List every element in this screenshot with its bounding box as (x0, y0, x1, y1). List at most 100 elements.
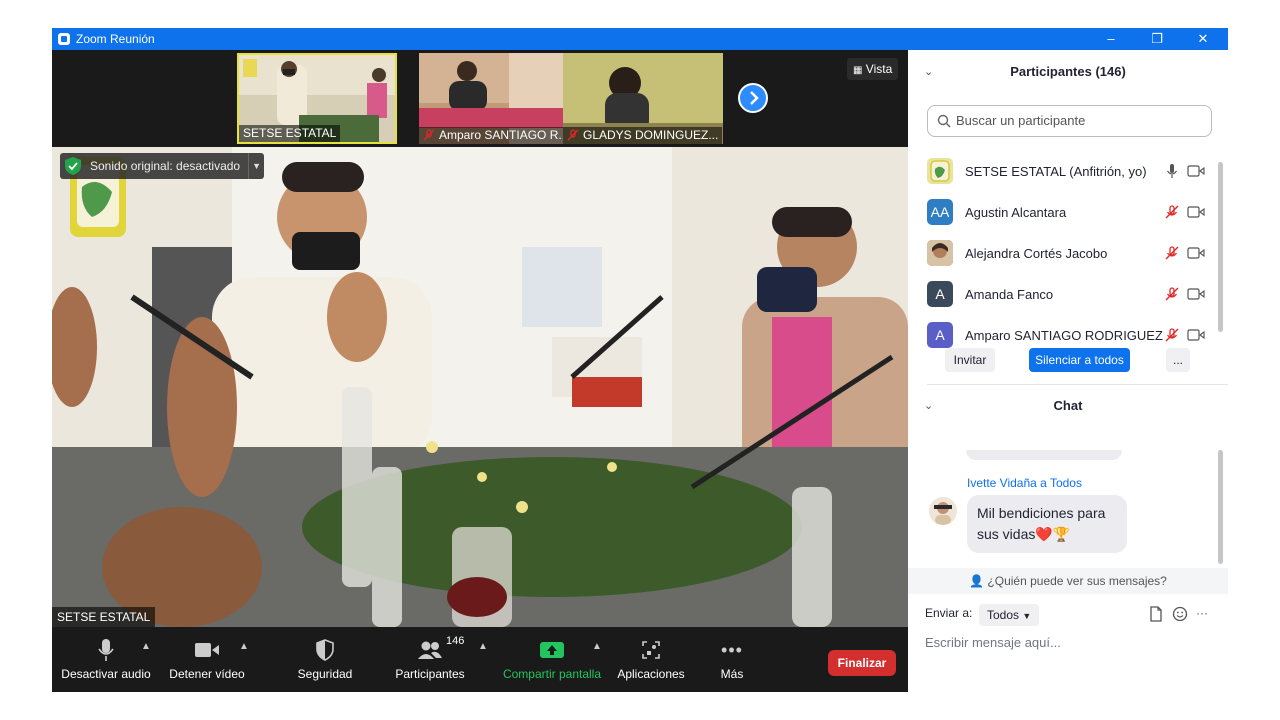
stop-video-button[interactable]: Detener vídeo (164, 637, 250, 681)
mute-audio-label: Desactivar audio (61, 667, 151, 681)
who-can-see-text: ¿Quién puede ver sus mensajes? (987, 574, 1167, 588)
thumbnail-gladys-dominguez[interactable]: GLADYS DOMINGUEZ... (563, 53, 723, 144)
avatar: A (927, 322, 953, 348)
invite-button[interactable]: Invitar (945, 348, 995, 372)
participants-icon (418, 641, 442, 659)
view-label: Vista (865, 62, 893, 76)
thumbnail-name: SETSE ESTATAL (239, 125, 341, 142)
collapse-participants-chevron-icon[interactable]: ⌄ (924, 50, 933, 94)
thumbnail-name-text: GLADYS DOMINGUEZ... (583, 128, 719, 142)
video-camera-icon[interactable] (1187, 164, 1205, 178)
avatar (927, 158, 953, 184)
participants-button[interactable]: 146 Participantes (392, 635, 468, 681)
restore-button[interactable]: ❐ (1134, 28, 1180, 50)
original-sound-indicator[interactable]: Sonido original: desactivado ▼ (60, 153, 265, 179)
chevron-right-icon (750, 91, 759, 105)
security-button[interactable]: Seguridad (292, 637, 358, 681)
participants-more-button[interactable]: ... (1166, 348, 1190, 372)
participant-row[interactable]: AA Agustin Alcantara (908, 193, 1218, 234)
muted-mic-icon[interactable] (1164, 327, 1180, 343)
thumbnail-amparo-santiago[interactable]: Amparo SANTIAGO R... (419, 53, 579, 144)
apps-icon (642, 641, 660, 659)
avatar-image (929, 497, 957, 525)
thumbnail-name: GLADYS DOMINGUEZ... (563, 127, 723, 144)
more-dots-icon: ••• (721, 639, 743, 660)
person-info-icon: 👤 (969, 574, 985, 588)
participants-title: Participantes (146) (1010, 64, 1126, 79)
participant-list-scrollbar[interactable] (1218, 162, 1223, 332)
gallery-strip: SETSE ESTATAL Amparo SANTIAGO R... GLADY… (52, 50, 908, 147)
video-area: SETSE ESTATAL Amparo SANTIAGO R... GLADY… (52, 50, 908, 692)
audio-options-caret[interactable]: ▲ (141, 641, 151, 652)
video-camera-icon[interactable] (1187, 205, 1205, 219)
chevron-down-icon[interactable]: ▼ (248, 153, 264, 179)
participant-row[interactable]: A Amanda Fanco (908, 275, 1218, 316)
video-camera-icon (195, 643, 219, 657)
video-camera-icon[interactable] (1187, 287, 1205, 301)
speaker-name: SETSE ESTATAL (52, 607, 156, 627)
mute-audio-button[interactable]: Desactivar audio (60, 637, 152, 681)
avatar: AA (927, 199, 953, 225)
share-options-caret[interactable]: ▲ (592, 641, 602, 652)
view-button[interactable]: ▦ Vista (847, 58, 899, 80)
participants-label: Participantes (395, 667, 465, 681)
emoji-icon[interactable] (1172, 606, 1188, 622)
muted-mic-icon (423, 129, 435, 141)
chat-message: Mil bendiciones para sus vidas❤️🏆 (967, 495, 1127, 553)
microphone-icon[interactable] (1164, 163, 1180, 179)
thumbnail-name-text: Amparo SANTIAGO R... (439, 128, 569, 142)
chat-title: Chat (1053, 398, 1083, 413)
speaker-video-frame (52, 147, 908, 627)
thumbnail-name: Amparo SANTIAGO R... (419, 127, 573, 144)
close-button[interactable]: ✕ (1180, 28, 1226, 50)
share-screen-label: Compartir pantalla (502, 667, 602, 681)
next-page-button[interactable] (738, 83, 768, 113)
muted-mic-icon[interactable] (1164, 286, 1180, 302)
file-icon[interactable] (1148, 606, 1164, 622)
minimize-button[interactable]: – (1088, 28, 1134, 50)
participant-row[interactable]: SETSE ESTATAL (Anfitrión, yo) (908, 152, 1218, 193)
chat-scrollbar[interactable] (1218, 450, 1223, 564)
chat-more-button[interactable]: ··· (1196, 606, 1208, 622)
microphone-icon (98, 639, 114, 661)
thumbnail-setse-estatal[interactable]: SETSE ESTATAL (237, 53, 397, 144)
who-can-see-messages-link[interactable]: 👤 ¿Quién puede ver sus mensajes? (908, 568, 1228, 594)
previous-message-bubble (966, 450, 1122, 460)
send-to-dropdown[interactable]: Todos ▼ (979, 604, 1040, 626)
collapse-chat-chevron-icon[interactable]: ⌄ (924, 384, 933, 428)
muted-mic-icon[interactable] (1164, 245, 1180, 261)
video-options-caret[interactable]: ▲ (239, 641, 249, 652)
main-video: Sonido original: desactivado ▼ SETSE EST… (52, 147, 908, 627)
logo-icon (927, 158, 953, 184)
encryption-shield-icon (65, 157, 81, 175)
more-button[interactable]: ••• Más (712, 637, 752, 682)
meeting-toolbar: Desactivar audio ▲ Detener vídeo ▲ Segur… (52, 627, 908, 692)
window-title: Zoom Reunión (76, 32, 155, 46)
more-label: Más (720, 667, 744, 681)
chat-message-input[interactable]: Escribir mensaje aquí... (925, 635, 1061, 650)
participant-name: SETSE ESTATAL (Anfitrión, yo) (965, 164, 1147, 179)
video-camera-icon[interactable] (1187, 246, 1205, 260)
apps-button[interactable]: Aplicaciones (614, 637, 688, 681)
search-icon (937, 114, 951, 128)
muted-mic-icon[interactable] (1164, 204, 1180, 220)
chat-sender: Ivette Vidaña a Todos (967, 476, 1082, 490)
avatar: A (927, 281, 953, 307)
participant-name: Amparo SANTIAGO RODRIGUEZ (965, 328, 1163, 343)
video-camera-icon[interactable] (1187, 328, 1205, 342)
send-to-value: Todos (987, 608, 1020, 622)
chat-header: ⌄ Chat (908, 384, 1228, 428)
participant-row[interactable]: Alejandra Cortés Jacobo (908, 234, 1218, 275)
muted-mic-icon (567, 129, 579, 141)
participant-search-input[interactable]: Buscar un participante (927, 105, 1212, 137)
mute-all-button[interactable]: Silenciar a todos (1029, 348, 1130, 372)
side-panel: ⌄ Participantes (146) Buscar un particip… (908, 50, 1228, 692)
stop-video-label: Detener vídeo (169, 667, 245, 681)
end-meeting-button[interactable]: Finalizar (828, 650, 896, 676)
participant-name: Alejandra Cortés Jacobo (965, 246, 1108, 261)
participants-options-caret[interactable]: ▲ (478, 641, 488, 652)
chevron-down-icon: ▼ (1022, 611, 1032, 621)
original-sound-text: Sonido original: desactivado (90, 159, 241, 173)
participants-header: ⌄ Participantes (146) (908, 50, 1228, 94)
share-screen-button[interactable]: Compartir pantalla (500, 637, 604, 681)
